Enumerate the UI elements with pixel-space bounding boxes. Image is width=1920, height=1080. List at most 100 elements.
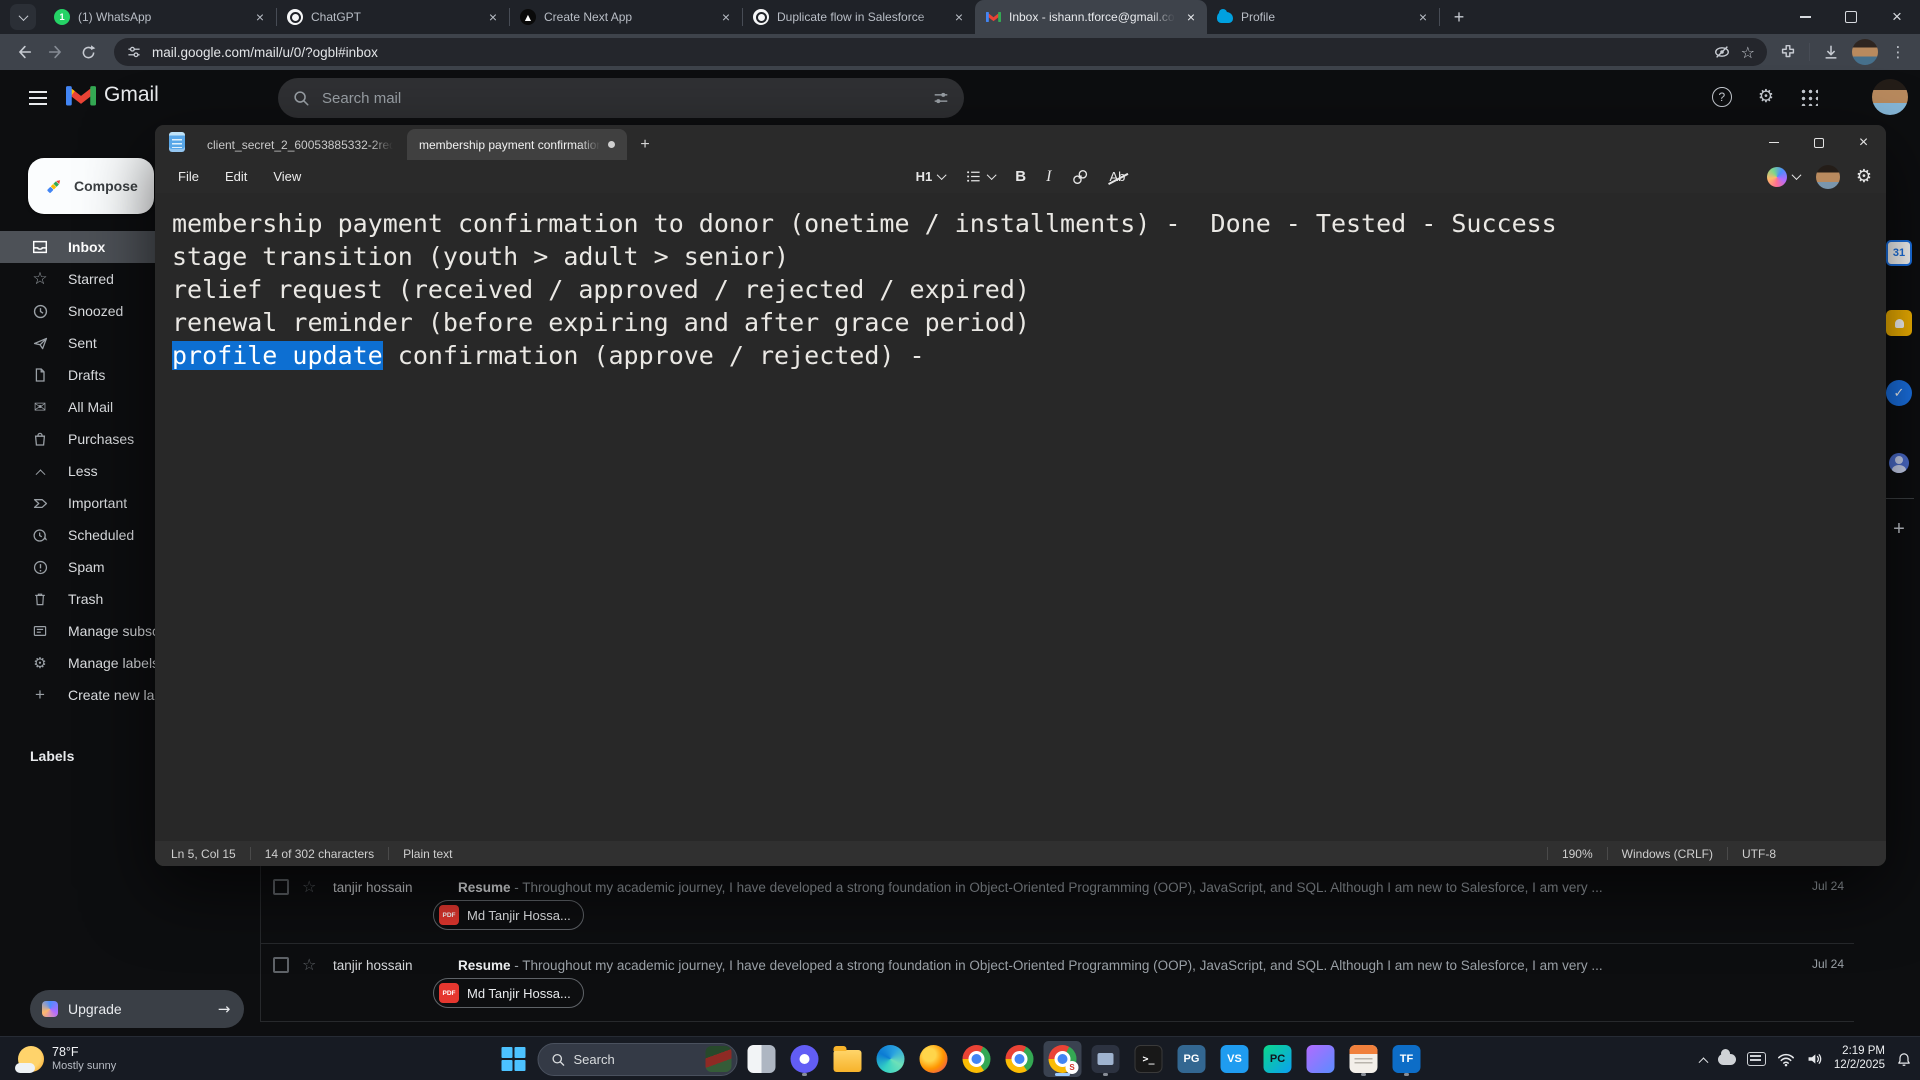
tray-cloud-icon[interactable] (1718, 1054, 1736, 1065)
email-sender: tanjir hossain (333, 958, 445, 973)
taskbar-app-vscode[interactable]: VS (1216, 1041, 1254, 1077)
bookmark-star-icon[interactable]: ☆ (1741, 43, 1755, 62)
clear-formatting-button[interactable]: Ab (1109, 169, 1125, 184)
menu-file[interactable]: File (165, 165, 212, 188)
link-button[interactable] (1071, 168, 1089, 186)
notification-bell-icon[interactable] (1896, 1051, 1912, 1068)
taskbar-app-notepad-plus[interactable] (1345, 1041, 1383, 1077)
email-row[interactable]: tanjir hossain Resume - Throughout my ac… (261, 866, 1854, 944)
taskbar-app-screenshot-tool[interactable] (1087, 1041, 1125, 1077)
volume-icon[interactable] (1806, 1051, 1823, 1067)
compose-button[interactable]: Compose (28, 158, 154, 214)
browser-tab-whatsapp[interactable]: 1 (1) WhatsApp (44, 0, 276, 34)
browser-tab-nextapp[interactable]: ▲ Create Next App (510, 0, 742, 34)
upgrade-button[interactable]: Upgrade (30, 990, 244, 1028)
contacts-icon[interactable] (1886, 450, 1912, 476)
taskbar-app-postgresql[interactable]: PG (1173, 1041, 1211, 1077)
maximize-button[interactable] (1828, 0, 1874, 34)
notepad-text-area[interactable]: membership payment confirmation to donor… (155, 193, 1886, 841)
notepad-settings-gear-icon[interactable] (1856, 166, 1872, 187)
notepad-maximize-button[interactable] (1796, 125, 1841, 160)
browser-menu-kebab-icon[interactable] (1890, 43, 1906, 61)
taskbar-app-edge[interactable] (872, 1041, 910, 1077)
italic-button[interactable]: I (1046, 168, 1051, 186)
tasks-icon[interactable] (1886, 380, 1912, 406)
google-apps-grid-icon[interactable] (1800, 88, 1818, 106)
menu-edit[interactable]: Edit (212, 165, 260, 188)
taskbar-app-file-explorer[interactable] (829, 1041, 867, 1077)
screenshot-tool-icon (1092, 1045, 1120, 1073)
taskbar-app-widgets[interactable] (743, 1041, 781, 1077)
taskbar-app-chrome[interactable] (958, 1041, 996, 1077)
notepad-account-avatar[interactable] (1816, 165, 1840, 189)
tray-keyboard-icon[interactable] (1747, 1052, 1766, 1066)
privacy-eye-icon[interactable] (1713, 43, 1731, 61)
browser-tab-profile[interactable]: Profile (1207, 0, 1439, 34)
taskbar-search[interactable] (538, 1043, 738, 1076)
tab-close-icon[interactable] (485, 9, 501, 25)
attachment-chip[interactable]: PDF Md Tanjir Hossa... (433, 978, 584, 1008)
heading-style-button[interactable]: H1 (916, 169, 946, 184)
search-filter-icon[interactable] (932, 89, 950, 107)
taskbar-clock[interactable]: 2:19 PM 12/2/2025 (1834, 1045, 1885, 1073)
browser-tab-chatgpt[interactable]: ChatGPT (277, 0, 509, 34)
close-button[interactable] (1874, 0, 1920, 34)
reload-button[interactable] (74, 38, 102, 66)
calendar-icon[interactable]: 31 (1886, 240, 1912, 266)
minimize-button[interactable] (1782, 0, 1828, 34)
notepad-tab-membership[interactable]: membership payment confirmation (407, 129, 627, 160)
browser-tab-gmail-active[interactable]: Inbox - ishann.tforce@gmail.com (975, 0, 1207, 34)
taskbar-app-terminal[interactable]: >_ (1130, 1041, 1168, 1077)
email-star-icon[interactable] (302, 877, 320, 897)
start-button[interactable] (495, 1041, 533, 1077)
email-checkbox[interactable] (273, 957, 289, 973)
get-addons-plus-icon[interactable] (1886, 516, 1912, 542)
bold-button[interactable]: B (1015, 168, 1026, 185)
copilot-button[interactable] (1767, 167, 1800, 187)
keep-icon[interactable] (1886, 310, 1912, 336)
email-row[interactable]: tanjir hossain Resume - Throughout my ac… (261, 944, 1854, 1022)
notepad-tab-client-secret[interactable]: client_secret_2_60053885332-2reqe52rribc (195, 129, 405, 160)
gmail-search-bar[interactable] (278, 78, 964, 118)
back-button[interactable] (10, 38, 38, 66)
taskbar-app-chrome-salesforce-active[interactable]: S (1044, 1041, 1082, 1077)
hidden-icons-chevron[interactable] (1698, 1057, 1708, 1067)
tab-close-icon[interactable] (718, 9, 734, 25)
gmail-search-input[interactable] (322, 90, 920, 107)
taskbar-app-pycharm[interactable]: PC (1259, 1041, 1297, 1077)
email-star-icon[interactable] (302, 955, 320, 975)
list-style-button[interactable] (965, 168, 995, 185)
tab-close-icon[interactable] (1415, 9, 1431, 25)
notepad-close-button[interactable]: × (1841, 125, 1886, 160)
email-checkbox[interactable] (273, 879, 289, 895)
wifi-icon[interactable] (1777, 1052, 1795, 1067)
url-text[interactable]: mail.google.com/mail/u/0/?ogbl#inbox (152, 45, 1703, 60)
forward-button[interactable] (42, 38, 70, 66)
main-menu-hamburger[interactable] (18, 78, 58, 118)
attachment-chip[interactable]: PDF Md Tanjir Hossa... (433, 900, 584, 930)
tab-close-icon[interactable] (1183, 9, 1199, 25)
browser-profile-avatar[interactable] (1852, 39, 1878, 65)
weather-widget[interactable]: 78°F Mostly sunny (10, 1041, 124, 1077)
taskbar-app-loom[interactable] (786, 1041, 824, 1077)
tab-close-icon[interactable] (951, 9, 967, 25)
notepad-minimize-button[interactable] (1751, 125, 1796, 160)
help-icon[interactable] (1712, 87, 1732, 107)
taskbar-app-firefox[interactable] (915, 1041, 953, 1077)
extensions-puzzle-icon[interactable] (1779, 43, 1797, 61)
taskbar-app-chrome-profile2[interactable] (1001, 1041, 1039, 1077)
address-bar[interactable]: mail.google.com/mail/u/0/?ogbl#inbox ☆ (114, 38, 1767, 66)
hamburger-icon (29, 97, 47, 99)
menu-view[interactable]: View (260, 165, 314, 188)
browser-tab-salesforce-chat[interactable]: Duplicate flow in Salesforce (743, 0, 975, 34)
site-settings-icon[interactable] (126, 44, 142, 60)
taskbar-app-design-tool[interactable] (1302, 1041, 1340, 1077)
tab-search-button[interactable] (10, 4, 36, 30)
notepad-new-tab-button[interactable] (633, 133, 657, 157)
tab-close-icon[interactable] (252, 9, 268, 25)
settings-gear-icon[interactable] (1758, 86, 1774, 107)
taskbar-search-input[interactable] (574, 1052, 698, 1067)
new-tab-button[interactable] (1446, 4, 1472, 30)
taskbar-app-techforce[interactable]: TF (1388, 1041, 1426, 1077)
downloads-icon[interactable] (1822, 43, 1840, 61)
